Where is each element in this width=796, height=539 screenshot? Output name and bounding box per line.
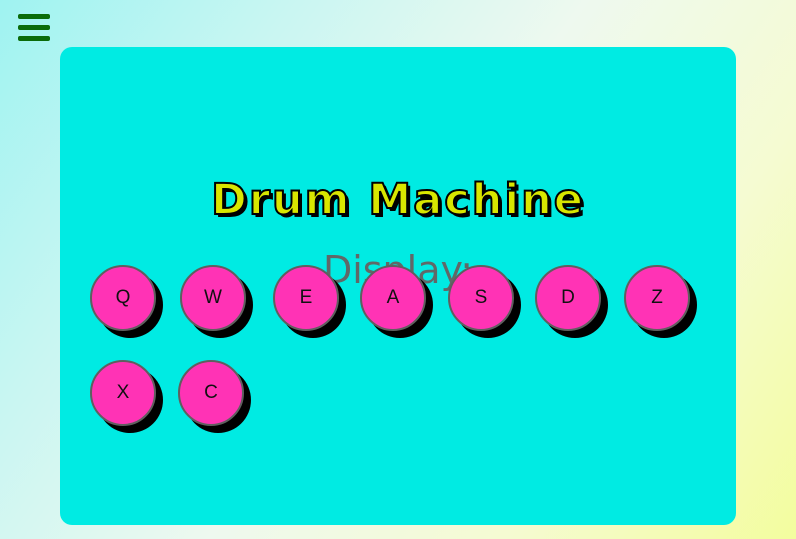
menu-bar xyxy=(18,36,50,41)
drum-pad-x[interactable]: X xyxy=(90,360,156,426)
drum-pad-a[interactable]: A xyxy=(360,265,426,331)
drum-pad-w[interactable]: W xyxy=(180,265,246,331)
drum-pad-d[interactable]: D xyxy=(535,265,601,331)
drum-pad-z[interactable]: Z xyxy=(624,265,690,331)
drum-pad-q[interactable]: Q xyxy=(90,265,156,331)
menu-bar xyxy=(18,14,50,19)
menu-bar xyxy=(18,25,50,30)
drum-pad-s[interactable]: S xyxy=(448,265,514,331)
hamburger-menu-icon[interactable] xyxy=(18,14,50,42)
drum-pad-c[interactable]: C xyxy=(178,360,244,426)
drum-machine-panel: Drum Machine Display: Q W E A S D Z X C xyxy=(60,47,736,525)
drum-pad-e[interactable]: E xyxy=(273,265,339,331)
page-title: Drum Machine xyxy=(210,174,585,226)
